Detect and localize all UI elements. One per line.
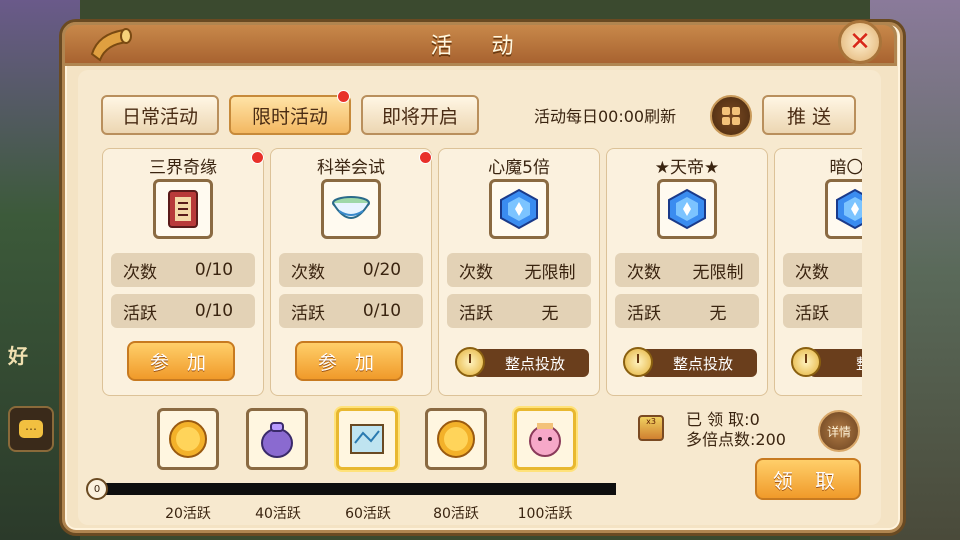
activity-row: 活跃 0/10 (279, 294, 423, 328)
activity-progress-bar (96, 483, 616, 495)
join-button[interactable]: 参 加 (295, 341, 403, 381)
claimed-count: 已 领 取:0 (686, 410, 760, 429)
activity-name: 三界奇缘 (149, 158, 217, 178)
close-button[interactable]: ✕ (838, 20, 882, 64)
scroll-map-icon (350, 424, 384, 454)
reward-label: 60活跃 (345, 506, 391, 522)
claim-summary: 已 领 取:0 多倍点数:200 (686, 410, 786, 450)
clock-icon (791, 347, 821, 377)
multiplier-icon: x3 (638, 415, 664, 441)
tab-upcoming[interactable]: 即将开启 (361, 95, 479, 135)
card-badge (251, 151, 264, 164)
claim-button[interactable]: 领 取 (755, 458, 861, 500)
chat-button[interactable]: … (8, 406, 54, 452)
count-row: 次数 无限制 (615, 253, 759, 287)
purple-pouch-icon (261, 422, 293, 458)
join-button[interactable]: 参 加 (127, 341, 235, 381)
grid-icon (722, 107, 740, 125)
reward-label: 100活跃 (517, 506, 573, 522)
red-book-icon (153, 179, 213, 239)
tab-daily[interactable]: 日常活动 (101, 95, 219, 135)
menu-grid-button[interactable] (710, 95, 752, 137)
activity-name: 科举会试 (317, 158, 385, 178)
count-row: 次数无 (783, 253, 862, 287)
reward-label: 80活跃 (433, 506, 479, 522)
reward-chest-60[interactable] (336, 408, 398, 470)
count-row: 次数 0/10 (111, 253, 255, 287)
activity-card[interactable]: ★天帝★ 次数 无限制 活跃无 整点投放 (606, 148, 768, 396)
clock-icon (623, 347, 653, 377)
reward-chest-40[interactable] (246, 408, 308, 470)
reward-chest-100[interactable] (514, 408, 576, 470)
details-button[interactable]: 详情 (818, 410, 860, 452)
activity-card[interactable]: 心魔5倍 次数 无限制 活跃无 整点投放 (438, 148, 600, 396)
blue-gem-icon (825, 179, 862, 239)
activity-row: 活跃 0/10 (111, 294, 255, 328)
push-button[interactable]: 推 送 (762, 95, 856, 135)
activity-name: 暗〇ぇ (829, 158, 863, 178)
reward-chest-20[interactable] (157, 408, 219, 470)
timed-release: 整点投放 (455, 347, 589, 379)
tab-limited[interactable]: 限时活动 (229, 95, 351, 135)
multi-points: 多倍点数:200 (686, 430, 786, 449)
reward-chest-80[interactable] (425, 408, 487, 470)
reward-label: 40活跃 (255, 506, 301, 522)
activity-row: 活跃无 (447, 294, 591, 328)
timed-release-label: 整点投放 (641, 349, 757, 377)
clock-icon (455, 347, 485, 377)
count-row: 次数 0/20 (279, 253, 423, 287)
tab-limited-badge (337, 90, 350, 103)
gold-coin-icon (169, 420, 207, 458)
side-decoration-text: 好 (8, 344, 28, 368)
timed-release-label: 整点投放 (473, 349, 589, 377)
close-icon: ✕ (849, 27, 871, 57)
blue-gem-icon (657, 179, 717, 239)
porcelain-bowl-icon (321, 179, 381, 239)
activity-card[interactable]: 三界奇缘 次数 0/10 活跃 0/10 参 加 (102, 148, 264, 396)
timed-release: 整点 (791, 347, 862, 379)
refresh-note: 活动每日00:00刷新 (534, 107, 677, 126)
count-row: 次数 无限制 (447, 253, 591, 287)
card-badge (419, 151, 432, 164)
progress-current: 0 (86, 478, 108, 500)
activity-card[interactable]: 暗〇ぇ 次数无 活跃 整点 (774, 148, 862, 396)
activity-row: 活跃无 (615, 294, 759, 328)
timed-release: 整点投放 (623, 347, 757, 379)
activity-row: 活跃 (783, 294, 862, 328)
activity-card[interactable]: 科举会试 次数 0/20 活跃 0/10 参 加 (270, 148, 432, 396)
page-title: 活 动 (430, 34, 530, 59)
activity-name: ★天帝★ (654, 158, 720, 178)
activity-list[interactable]: 三界奇缘 次数 0/10 活跃 0/10 参 加 科举会试 次数 0/20 活跃 0/1… (102, 148, 862, 396)
reward-label: 20活跃 (165, 506, 211, 522)
chat-bubble-icon: … (19, 420, 43, 438)
gold-coin-icon (437, 420, 475, 458)
blue-gem-icon (489, 179, 549, 239)
activity-name: 心魔5倍 (488, 158, 550, 178)
pink-pet-icon (529, 423, 561, 457)
